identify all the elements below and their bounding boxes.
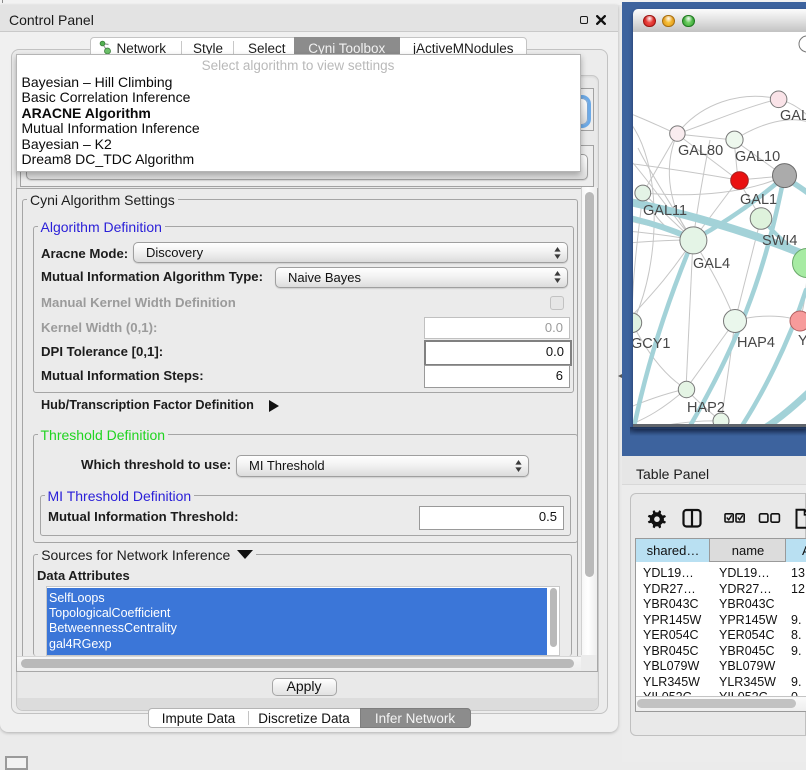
svg-text:GCY1: GCY1: [633, 336, 671, 352]
svg-text:GAL11: GAL11: [643, 203, 687, 219]
svg-text:HAP2: HAP2: [687, 400, 725, 416]
svg-text:GAL4: GAL4: [693, 256, 730, 272]
svg-text:GAL80: GAL80: [678, 143, 723, 159]
svg-text:HAP4: HAP4: [737, 335, 775, 351]
svg-text:Y: Y: [798, 333, 806, 349]
svg-text:GAL7: GAL7: [780, 108, 806, 124]
svg-text:GAL10: GAL10: [735, 149, 780, 165]
svg-text:SWI4: SWI4: [762, 233, 797, 249]
svg-text:GAL1: GAL1: [740, 192, 777, 208]
